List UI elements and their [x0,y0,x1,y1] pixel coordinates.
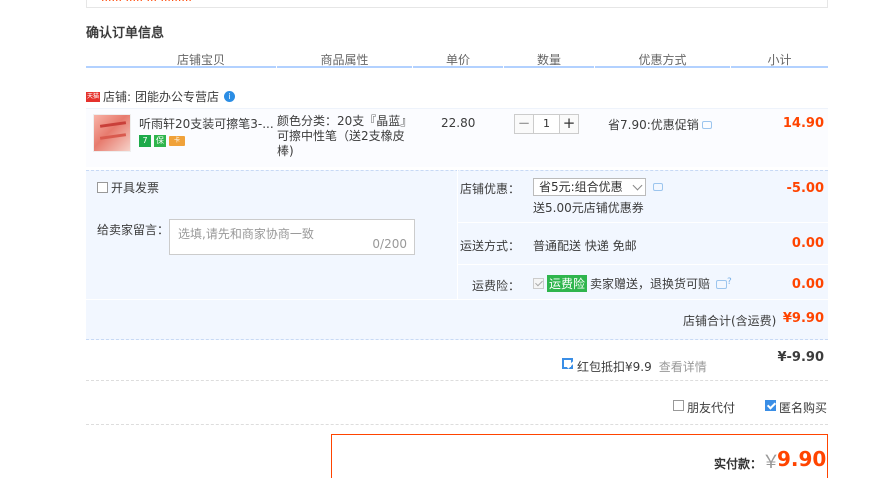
anonymous-checkbox[interactable] [765,399,776,411]
insurance-option: 运费险 卖家赠送，退换货可赔 [533,275,732,292]
red-packet-details-link[interactable]: 查看详情 [659,358,707,375]
message-char-counter: 0/200 [372,237,407,251]
previous-section-fragment: ······ ····· ··· ········· [101,0,192,7]
quantity-input[interactable]: 1 [534,114,559,134]
anonymous-option[interactable]: 匿名购买 [765,394,827,416]
quantity-minus-button[interactable]: − [514,114,534,134]
item-thumbnail[interactable] [93,114,131,152]
divider [86,380,828,381]
column-underline [595,66,730,68]
tmall-icon: 天猫 [86,91,100,102]
quantity-plus-button[interactable]: + [559,114,579,134]
invoice-label: 开具发票 [111,181,160,195]
column-underline [86,66,276,68]
shop-total-amount: ¥9.90 [782,311,824,326]
item-title-link[interactable]: 听雨轩20支装可擦笔3-... [139,115,274,132]
red-packet-option[interactable]: 红包抵扣¥9.9 查看详情 [562,351,707,375]
shop-discount-selected: 省5元:组合优惠 [539,180,623,194]
pay-label: 实付款： [714,457,763,471]
anonymous-label: 匿名购买 [779,401,828,415]
chevron-down-icon [632,180,643,191]
seven-day-return-icon[interactable]: 7 [139,135,151,147]
red-packet-text: 红包抵扣¥9.9 [577,360,652,374]
panel-divider [457,170,458,299]
promotion-info-icon[interactable] [701,120,712,129]
shop-coupon-note: 送5.00元店铺优惠券 [533,201,644,215]
shop-name-link[interactable]: 团能办公专营店 [135,88,219,105]
shop-discount-select[interactable]: 省5元:组合优惠 [533,178,646,196]
red-packet-amount: ¥-9.90 [777,350,824,365]
panel-row-divider [457,222,828,223]
insurance-help-icon[interactable] [716,277,732,289]
item-unit-price: 22.80 [441,116,476,130]
invoice-checkbox[interactable] [97,182,108,193]
insurance-checkbox [533,278,544,289]
panel-row-divider [457,264,828,265]
shop-discount-amount: -5.00 [786,181,824,196]
item-promotion: 省7.90:优惠促销 [608,116,712,133]
section-title: 确认订单信息 [86,26,165,41]
shop-total-label: 店铺合计(含运费) [683,314,777,328]
red-packet-checkbox[interactable] [562,357,573,369]
item-subtotal: 14.90 [782,116,824,131]
credit-card-icon[interactable]: 卡 [169,136,185,146]
panel-row-divider [86,299,828,300]
column-underline [504,66,594,68]
shipping-amount: 0.00 [791,236,824,251]
quantity-stepper: − 1 + [514,114,579,134]
shipping-label: 运送方式： [460,239,521,253]
friend-pay-checkbox[interactable] [673,399,684,411]
promotion-text: 省7.90:优惠促销 [608,118,699,132]
message-label: 给卖家留言： [97,223,170,237]
column-underline [277,66,412,68]
wangwang-chat-icon[interactable]: i [224,91,236,102]
shop-discount-label: 店铺优惠： [460,182,521,196]
shop-row: 天猫 店铺: 团能办公专营店 i [86,88,236,105]
insurance-text: 卖家赠送，退换货可赔 [590,277,711,291]
shop-label: 店铺: [103,90,132,104]
seller-message-input[interactable]: 选填,请先和商家协商一致 0/200 [169,219,415,255]
insurance-amount: 0.00 [791,277,824,292]
item-properties: 颜色分类：20支『晶蓝』可擦中性笔（送2支橡皮棒) [277,114,413,158]
column-underline [413,66,503,68]
pay-amount: 9.90 [777,447,827,471]
divider [86,424,828,425]
guarantee-icon[interactable]: 保 [154,135,166,147]
friend-pay-label: 朋友代付 [687,401,736,415]
insurance-tag: 运费险 [547,275,588,292]
friend-pay-option[interactable]: 朋友代付 [673,394,735,416]
discount-info-icon[interactable] [653,183,663,191]
insurance-label: 运费险： [472,279,521,293]
invoice-option[interactable]: 开具发票 [97,179,159,196]
shipping-method: 普通配送 快递 免邮 [533,239,637,253]
message-placeholder: 选填,请先和商家协商一致 [178,227,314,241]
previous-section-box: ······ ····· ··· ········· [86,0,828,8]
column-underline [731,66,828,68]
